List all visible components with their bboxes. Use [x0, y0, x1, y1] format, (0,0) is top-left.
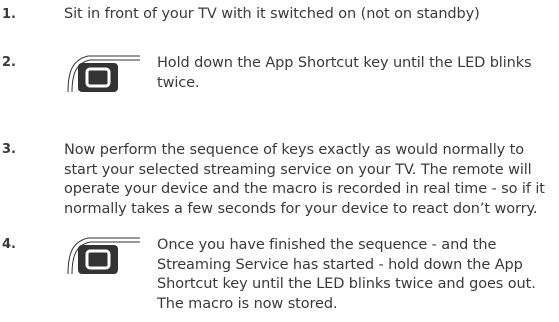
step-text: Once you have finished the sequence - an…	[157, 237, 536, 312]
step-text: Hold down the App Shortcut key until the…	[157, 55, 532, 91]
step-text: Now perform the sequence of keys exactly…	[64, 142, 545, 217]
step-number: 3.	[2, 142, 16, 157]
step-number: 4.	[2, 237, 16, 252]
step-number: 1.	[2, 7, 16, 22]
app-shortcut-key-icon	[67, 55, 140, 93]
step-number: 2.	[2, 55, 16, 70]
app-shortcut-key-icon	[67, 237, 140, 275]
step-text: Sit in front of your TV with it switched…	[64, 6, 480, 22]
